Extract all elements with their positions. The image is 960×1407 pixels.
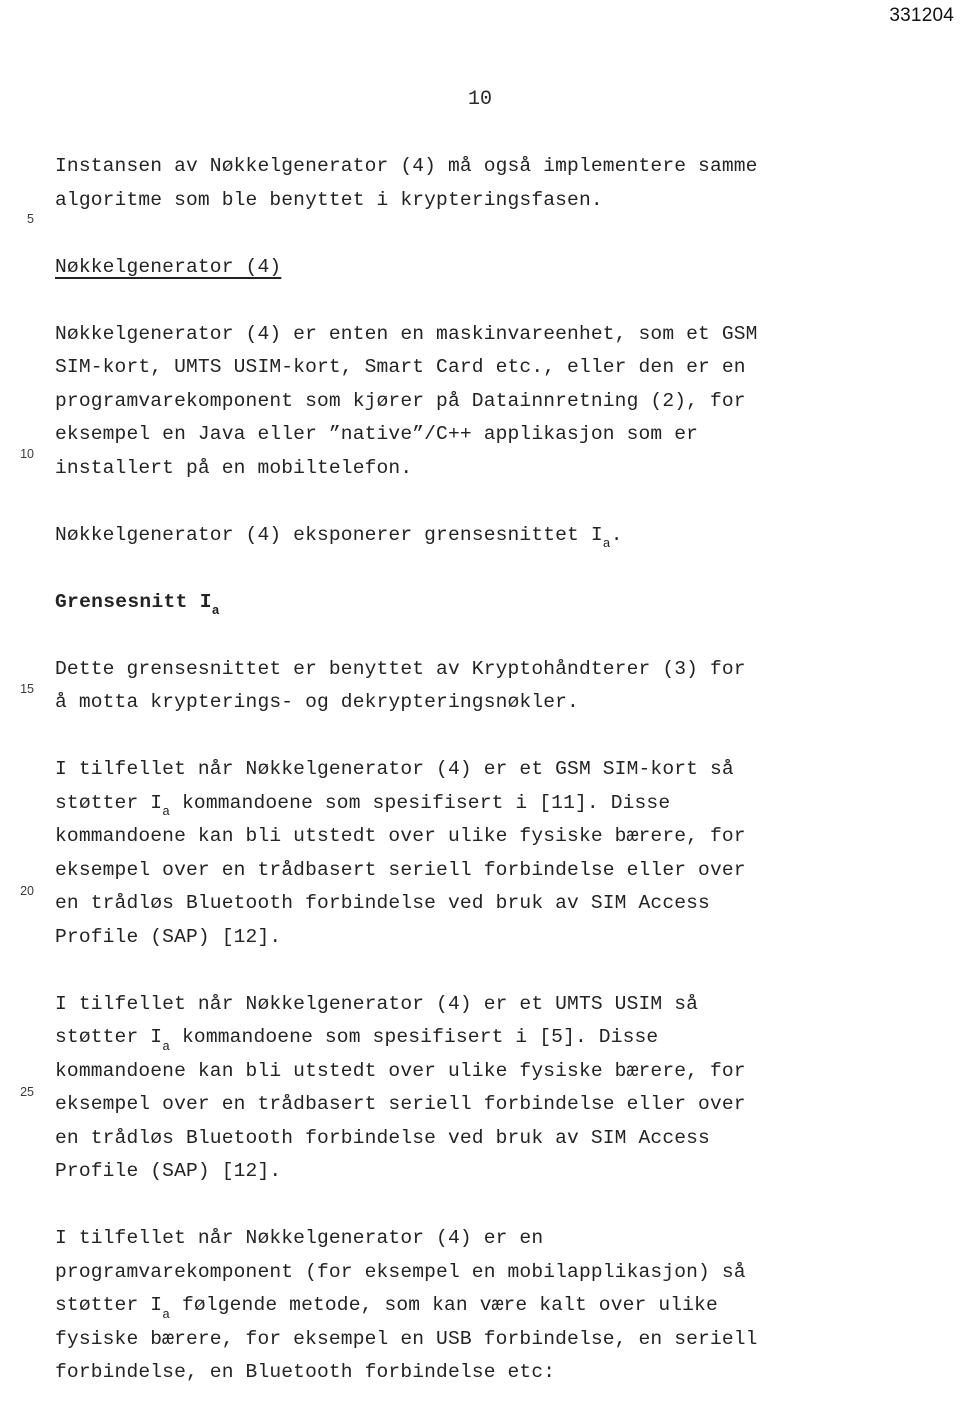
text-line: støtter Ia kommandoene som spesifisert i… — [55, 791, 671, 820]
text-line: kommandoene kan bli utstedt over ulike f… — [55, 825, 746, 847]
text-line: I tilfellet når Nøkkelgenerator (4) er e… — [55, 992, 699, 1015]
text-line: kommandoene kan bli utstedt over ulike f… — [55, 1059, 746, 1082]
text-line: eksempel over en trådbasert seriell forb… — [55, 1093, 746, 1115]
text-line: programvarekomponent (for eksempel en mo… — [55, 1260, 746, 1283]
text-line: SIM-kort, UMTS USIM-kort, Smart Card etc… — [55, 356, 746, 378]
text-line: I tilfellet når Nøkkelgenerator (4) er e… — [55, 758, 734, 780]
text-line: Nøkkelgenerator (4) er enten en maskinva… — [55, 322, 758, 345]
text-line: å motta krypterings- og dekrypteringsnøk… — [55, 691, 579, 713]
text-line: Profile (SAP) [12]. — [55, 1160, 282, 1182]
text-line: eksempel over en trådbasert seriell forb… — [55, 858, 746, 881]
section-heading-bold: Grensesnitt Ia — [55, 590, 220, 619]
text-line: I tilfellet når Nøkkelgenerator (4) er e… — [55, 1227, 544, 1249]
text-line: Instansen av Nøkkelgenerator (4) må også… — [55, 155, 758, 177]
section-heading: Nøkkelgenerator (4) — [55, 255, 282, 278]
text-line: programvarekomponent som kjører på Datai… — [55, 389, 746, 412]
page-number: 10 — [467, 88, 492, 111]
line-number: 5 — [27, 212, 34, 226]
line-number: 20 — [20, 884, 34, 898]
text-line: installert på en mobiltelefon. — [55, 456, 413, 479]
text-line: en trådløs Bluetooth forbindelse ved bru… — [55, 1126, 710, 1149]
text-line: en trådløs Bluetooth forbindelse ved bru… — [55, 892, 710, 914]
text-line: Nøkkelgenerator (4) eksponerer grensesni… — [55, 523, 623, 552]
text-line: støtter Ia følgende metode, som kan være… — [55, 1294, 718, 1322]
line-number: 15 — [20, 682, 34, 696]
line-number: 25 — [20, 1085, 34, 1099]
document-body: Instansen av Nøkkelgenerator (4) må også… — [55, 150, 885, 1390]
text-line: fysiske bærere, for eksempel en USB forb… — [55, 1327, 758, 1350]
line-number: 10 — [20, 447, 34, 461]
document-number: 331204 — [889, 5, 954, 26]
text-line: støtter Ia kommandoene som spesifisert i… — [55, 1026, 659, 1054]
text-line: forbindelse, en Bluetooth forbindelse et… — [55, 1361, 556, 1383]
text-line: algoritme som ble benyttet i krypterings… — [55, 188, 603, 211]
document-page: 331204 10 5 10 15 20 25 Instansen av Nøkkelg… — [0, 0, 960, 1407]
text-line: Dette grensesnittet er benyttet av Krypt… — [55, 657, 746, 680]
text-line: Profile (SAP) [12]. — [55, 925, 282, 948]
text-line: eksempel en Java eller ”native”/C++ appl… — [55, 423, 699, 445]
